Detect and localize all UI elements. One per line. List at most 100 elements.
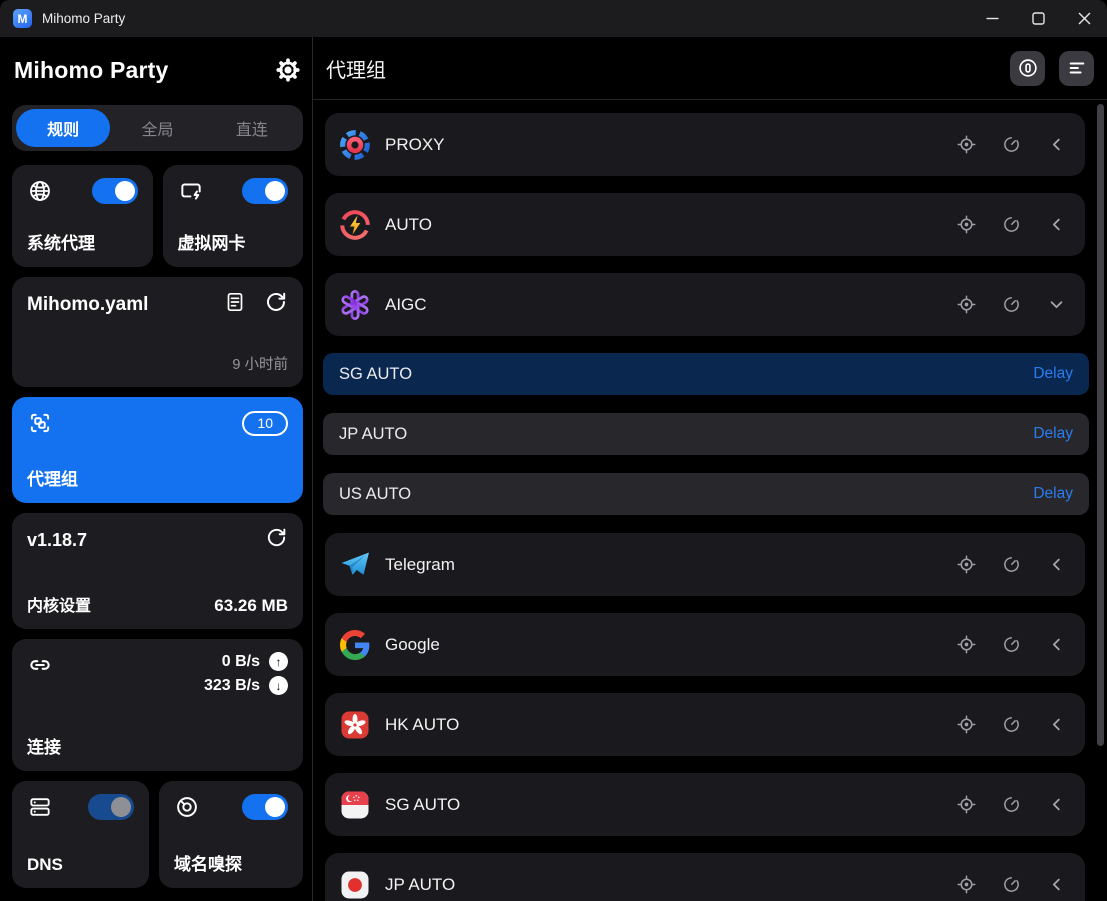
proxy-node-row[interactable]: US AUTO Delay <box>323 473 1089 515</box>
lightning-ring-icon <box>338 208 372 242</box>
profile-card[interactable]: Mihomo.yaml 9 小时前 <box>12 277 303 387</box>
locate-icon[interactable] <box>956 554 977 575</box>
refresh-icon[interactable] <box>265 526 288 554</box>
chevron-left-icon[interactable] <box>1046 634 1067 655</box>
file-text-icon[interactable] <box>223 290 247 319</box>
gauge-icon[interactable] <box>1001 134 1022 155</box>
proxy-group-name: Google <box>385 635 440 655</box>
tab-rule[interactable]: 规则 <box>16 109 110 147</box>
refresh-icon[interactable] <box>264 290 288 319</box>
core-settings-label: 内核设置 <box>27 592 91 616</box>
chevron-left-icon[interactable] <box>1046 714 1067 735</box>
proxy-node-name: US AUTO <box>339 485 411 504</box>
locate-icon[interactable] <box>956 214 977 235</box>
delay-test-button[interactable]: Delay <box>1033 425 1073 443</box>
minimize-button[interactable] <box>969 0 1015 37</box>
proxy-group-row[interactable]: Google <box>325 613 1085 676</box>
link-icon <box>27 652 53 678</box>
download-speed: 323 B/s <box>204 677 260 695</box>
gauge-icon[interactable] <box>1001 874 1022 895</box>
dns-card[interactable]: DNS <box>12 781 149 888</box>
chevron-down-icon[interactable] <box>1046 294 1067 315</box>
proxy-group-row[interactable]: PROXY <box>325 113 1085 176</box>
system-proxy-label: 系统代理 <box>27 229 138 254</box>
proxy-group-row[interactable]: HK AUTO <box>325 693 1085 756</box>
sidebar: Mihomo Party 规则 全局 直连 系统代理 <box>0 37 313 901</box>
nic-lightning-icon <box>178 178 204 204</box>
zero-delay-icon[interactable] <box>1010 51 1045 86</box>
proxy-group-count-badge: 10 <box>242 411 288 436</box>
scrollbar-thumb[interactable] <box>1097 104 1104 746</box>
proxy-group-row[interactable]: AUTO <box>325 193 1085 256</box>
proxy-group-name: AUTO <box>385 215 432 235</box>
proxy-group-list: PROXYAUTOAIGCSG AUTODelayJP AUTODelayUS … <box>313 100 1107 901</box>
tab-global[interactable]: 全局 <box>110 109 204 147</box>
delay-test-button[interactable]: Delay <box>1033 485 1073 503</box>
sniff-icon <box>174 794 200 820</box>
close-button[interactable] <box>1061 0 1107 37</box>
chevron-left-icon[interactable] <box>1046 214 1067 235</box>
proxy-group-row[interactable]: JP AUTO <box>325 853 1085 901</box>
gear-icon[interactable] <box>275 57 301 83</box>
locate-icon[interactable] <box>956 294 977 315</box>
group-scan-icon <box>27 410 53 436</box>
openai-icon <box>338 288 372 322</box>
tab-direct[interactable]: 直连 <box>205 109 299 147</box>
proxy-node-name: JP AUTO <box>339 425 407 444</box>
tun-toggle[interactable] <box>242 178 288 204</box>
connections-label: 连接 <box>27 733 288 758</box>
chevron-left-icon[interactable] <box>1046 794 1067 815</box>
window-title: Mihomo Party <box>42 11 125 26</box>
proxy-group-row[interactable]: AIGC <box>325 273 1085 336</box>
delay-test-button[interactable]: Delay <box>1033 365 1073 383</box>
sidebar-item-proxy-groups[interactable]: 10 代理组 <box>12 397 303 503</box>
connections-card[interactable]: 0 B/s ↑ 323 B/s ↓ 连接 <box>12 639 303 771</box>
gauge-icon[interactable] <box>1001 214 1022 235</box>
locate-icon[interactable] <box>956 714 977 735</box>
jp-flag-icon <box>338 868 372 901</box>
chevron-left-icon[interactable] <box>1046 134 1067 155</box>
system-proxy-card[interactable]: 系统代理 <box>12 165 153 267</box>
download-arrow-icon: ↓ <box>269 676 288 695</box>
titlebar: M Mihomo Party <box>0 0 1107 37</box>
upload-speed: 0 B/s <box>222 653 260 671</box>
proxy-group-name: JP AUTO <box>385 875 455 895</box>
proxy-group-name: AIGC <box>385 295 427 315</box>
locate-icon[interactable] <box>956 794 977 815</box>
locate-icon[interactable] <box>956 634 977 655</box>
maximize-button[interactable] <box>1015 0 1061 37</box>
sniff-toggle[interactable] <box>242 794 288 820</box>
proxy-groups-label: 代理组 <box>27 465 288 490</box>
app-title: Mihomo Party <box>14 57 168 84</box>
system-proxy-toggle[interactable] <box>92 178 138 204</box>
chevron-left-icon[interactable] <box>1046 874 1067 895</box>
sort-lines-icon[interactable] <box>1059 51 1094 86</box>
proxy-group-name: Telegram <box>385 555 455 575</box>
dns-toggle[interactable] <box>88 794 134 820</box>
proxy-node-name: SG AUTO <box>339 365 412 384</box>
proxy-group-row[interactable]: SG AUTO <box>325 773 1085 836</box>
tun-card[interactable]: 虚拟网卡 <box>163 165 304 267</box>
upload-arrow-icon: ↑ <box>269 652 288 671</box>
tun-label: 虚拟网卡 <box>178 229 289 254</box>
profile-updated: 9 小时前 <box>27 353 288 374</box>
gauge-icon[interactable] <box>1001 794 1022 815</box>
sniff-card[interactable]: 域名嗅探 <box>159 781 303 888</box>
server-icon <box>27 794 53 820</box>
sniff-label: 域名嗅探 <box>174 850 288 875</box>
proxy-group-row[interactable]: Telegram <box>325 533 1085 596</box>
locate-icon[interactable] <box>956 874 977 895</box>
gauge-icon[interactable] <box>1001 714 1022 735</box>
proxy-node-row[interactable]: JP AUTO Delay <box>323 413 1089 455</box>
core-settings-card[interactable]: v1.18.7 内核设置 63.26 MB <box>12 513 303 629</box>
gauge-icon[interactable] <box>1001 634 1022 655</box>
app-window: M Mihomo Party Mihomo Party 规则 全局 直连 <box>0 0 1107 901</box>
google-icon <box>338 628 372 662</box>
proxy-node-row[interactable]: SG AUTO Delay <box>323 353 1089 395</box>
locate-icon[interactable] <box>956 134 977 155</box>
main-header: 代理组 <box>313 37 1107 100</box>
gauge-icon[interactable] <box>1001 294 1022 315</box>
core-memory: 63.26 MB <box>214 596 288 616</box>
gauge-icon[interactable] <box>1001 554 1022 575</box>
chevron-left-icon[interactable] <box>1046 554 1067 575</box>
